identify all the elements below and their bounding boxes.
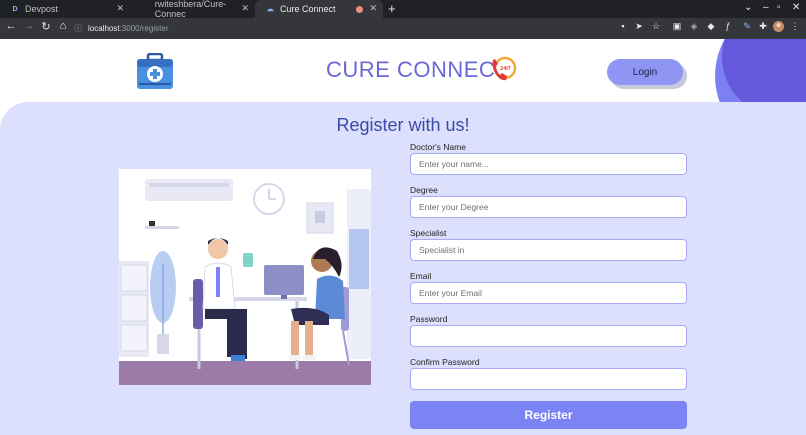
tab-github[interactable]: rwiteshbera/Cure-Connec ✕: [130, 0, 255, 19]
tab-devpost[interactable]: D Devpost ✕: [0, 0, 130, 18]
extension-n-icon[interactable]: ▣: [671, 21, 683, 32]
recording-icon: [356, 6, 363, 13]
home-icon[interactable]: ⌂: [56, 20, 70, 32]
tab-title: rwiteshbera/Cure-Connec: [154, 0, 227, 19]
close-window-icon[interactable]: ✕: [792, 2, 800, 13]
browser-toolbar: ← → ↻ ⌂ ⓘ localhost:3000/register ▪ ➤ ☆ …: [0, 18, 806, 39]
github-icon: [140, 4, 150, 14]
degree-input[interactable]: [410, 196, 687, 218]
profile-avatar[interactable]: [772, 21, 784, 34]
extensions-puzzle-icon[interactable]: ✚: [757, 21, 769, 32]
camera-icon[interactable]: ▪: [617, 21, 629, 31]
bookmark-star-icon[interactable]: ☆: [650, 21, 662, 32]
email-label: Email: [410, 271, 432, 281]
doctor-name-input[interactable]: [410, 153, 687, 175]
login-button[interactable]: Login: [607, 59, 683, 85]
register-panel: Register with us! Doctor's Name Enter yo…: [0, 102, 806, 435]
password-input[interactable]: [410, 325, 687, 347]
shield-icon[interactable]: ◆: [705, 21, 717, 32]
close-tab-icon[interactable]: ✕: [369, 3, 377, 14]
medical-kit-logo-icon[interactable]: [135, 52, 175, 91]
specialist-input[interactable]: [410, 239, 687, 261]
badge-text: 24/7: [500, 66, 511, 72]
24-7-phone-icon: 24/7: [490, 55, 518, 83]
color-picker-icon[interactable]: ✎: [741, 21, 753, 32]
font-icon[interactable]: ƒ: [722, 21, 734, 31]
close-tab-icon[interactable]: ✕: [241, 3, 249, 14]
password-label: Password: [410, 314, 448, 324]
address-bar[interactable]: ⓘ localhost:3000/register: [74, 21, 609, 36]
minimize-icon[interactable]: –: [763, 2, 769, 13]
tab-title: Cure Connect: [280, 4, 336, 14]
doctor-name-label: Doctor's Name: [410, 142, 466, 152]
confirm-password-label: Confirm Password: [410, 357, 480, 367]
confirm-password-input[interactable]: [410, 368, 687, 390]
page-content: CURE CONNECT 24/7 Login Register with us…: [0, 39, 806, 435]
menu-icon[interactable]: ⋮: [789, 21, 801, 32]
forward-icon[interactable]: →: [22, 20, 36, 32]
globe-icon: [265, 4, 275, 14]
email-input[interactable]: [410, 282, 687, 304]
reload-icon[interactable]: ↻: [39, 20, 53, 33]
register-button[interactable]: Register: [410, 401, 687, 429]
site-header: CURE CONNECT 24/7 Login: [0, 39, 806, 101]
tab-search-icon[interactable]: ⌄: [744, 2, 752, 13]
tab-cure-connect[interactable]: Cure Connect ✕: [255, 0, 383, 18]
specialist-label: Specialist: [410, 228, 447, 238]
site-info-icon[interactable]: ⓘ: [74, 23, 82, 34]
devpost-favicon-icon: D: [12, 5, 18, 13]
doctor-patient-illustration: [119, 169, 371, 385]
degree-label: Degree: [410, 185, 438, 195]
brand-title: CURE CONNECT: [326, 57, 510, 82]
ublock-icon[interactable]: ◈: [688, 21, 700, 32]
tab-title: Devpost: [25, 4, 59, 14]
new-tab-icon[interactable]: +: [388, 1, 396, 16]
browser-tab-bar: D Devpost ✕ rwiteshbera/Cure-Connec ✕ Cu…: [0, 0, 806, 19]
back-icon[interactable]: ←: [4, 20, 18, 32]
url-path: :3000/register: [119, 24, 169, 33]
close-tab-icon[interactable]: ✕: [116, 3, 124, 14]
page-title: Register with us!: [336, 115, 470, 135]
url-host: localhost: [88, 24, 120, 33]
send-icon[interactable]: ➤: [633, 21, 645, 32]
maximize-icon[interactable]: ▫: [777, 2, 781, 13]
